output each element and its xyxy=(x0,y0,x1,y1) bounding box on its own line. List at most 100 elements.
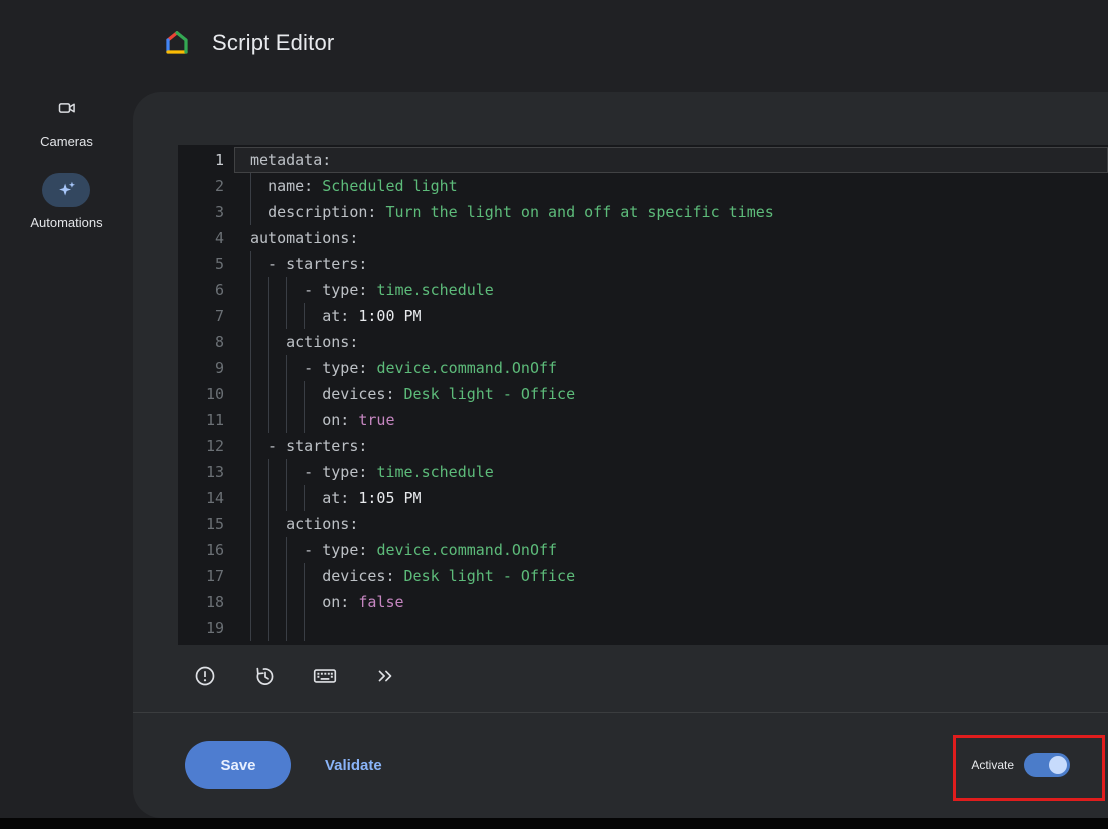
indent-guide xyxy=(286,355,287,381)
code-line-text: - type: device.command.OnOff xyxy=(234,537,1108,563)
code-line[interactable]: 3 description: Turn the light on and off… xyxy=(178,199,1108,225)
code-line-text: devices: Desk light - Office xyxy=(234,563,1108,589)
line-number: 2 xyxy=(178,173,234,199)
indent-guide xyxy=(304,615,305,641)
indent-guide xyxy=(268,537,269,563)
code-line[interactable]: 1metadata: xyxy=(178,147,1108,173)
sidebar-item-automations[interactable]: Automations xyxy=(30,173,102,230)
indent-guide xyxy=(268,355,269,381)
indent-guide xyxy=(268,485,269,511)
code-line[interactable]: 19 xyxy=(178,615,1108,641)
code-line[interactable]: 14 at: 1:05 PM xyxy=(178,485,1108,511)
indent-guide xyxy=(286,589,287,615)
code-line-text: automations: xyxy=(234,225,1108,251)
sidebar-item-label: Cameras xyxy=(40,134,93,149)
problems-icon[interactable] xyxy=(191,662,219,690)
indent-guide xyxy=(250,173,251,199)
code-line[interactable]: 13 - type: time.schedule xyxy=(178,459,1108,485)
code-line-text xyxy=(234,615,1108,641)
code-line-text: at: 1:05 PM xyxy=(234,485,1108,511)
code-line-text: - type: device.command.OnOff xyxy=(234,355,1108,381)
code-line[interactable]: 17 devices: Desk light - Office xyxy=(178,563,1108,589)
editor-toolbar xyxy=(191,654,399,698)
more-icon[interactable] xyxy=(371,662,399,690)
indent-guide xyxy=(250,277,251,303)
validate-button[interactable]: Validate xyxy=(319,756,388,775)
line-number: 14 xyxy=(178,485,234,511)
sidebar-item-label: Automations xyxy=(30,215,102,230)
bottom-strip xyxy=(0,818,1108,829)
indent-guide xyxy=(304,589,305,615)
indent-guide xyxy=(304,407,305,433)
indent-guide xyxy=(250,433,251,459)
indent-guide xyxy=(250,537,251,563)
line-number: 3 xyxy=(178,199,234,225)
code-line[interactable]: 8 actions: xyxy=(178,329,1108,355)
code-line[interactable]: 5 - starters: xyxy=(178,251,1108,277)
code-line[interactable]: 11 on: true xyxy=(178,407,1108,433)
line-number: 8 xyxy=(178,329,234,355)
indent-guide xyxy=(250,329,251,355)
code-line[interactable]: 10 devices: Desk light - Office xyxy=(178,381,1108,407)
indent-guide xyxy=(304,303,305,329)
indent-guide xyxy=(268,277,269,303)
code-line[interactable]: 12 - starters: xyxy=(178,433,1108,459)
code-line[interactable]: 16 - type: device.command.OnOff xyxy=(178,537,1108,563)
indent-guide xyxy=(286,303,287,329)
indent-guide xyxy=(286,277,287,303)
code-line-text: - starters: xyxy=(234,433,1108,459)
indent-guide xyxy=(250,615,251,641)
code-line-text: devices: Desk light - Office xyxy=(234,381,1108,407)
indent-guide xyxy=(286,485,287,511)
code-editor[interactable]: 1metadata:2 name: Scheduled light3 descr… xyxy=(178,145,1108,645)
indent-guide xyxy=(250,459,251,485)
indent-guide xyxy=(286,407,287,433)
activate-group: Activate xyxy=(971,753,1070,777)
line-number: 10 xyxy=(178,381,234,407)
indent-guide xyxy=(286,459,287,485)
code-line[interactable]: 2 name: Scheduled light xyxy=(178,173,1108,199)
line-number: 15 xyxy=(178,511,234,537)
line-number: 13 xyxy=(178,459,234,485)
indent-guide xyxy=(268,589,269,615)
indent-guide xyxy=(250,199,251,225)
code-line-text: actions: xyxy=(234,511,1108,537)
indent-guide xyxy=(304,381,305,407)
sidebar-item-cameras[interactable]: Cameras xyxy=(40,90,93,149)
code-line[interactable]: 6 - type: time.schedule xyxy=(178,277,1108,303)
header: Script Editor xyxy=(0,0,1108,86)
save-button[interactable]: Save xyxy=(185,741,291,789)
code-line-text: at: 1:00 PM xyxy=(234,303,1108,329)
active-pill xyxy=(42,173,90,207)
line-number: 12 xyxy=(178,433,234,459)
sidebar: Cameras Automations xyxy=(0,90,133,254)
line-number: 6 xyxy=(178,277,234,303)
code-line-text: metadata: xyxy=(234,147,1108,173)
activate-toggle[interactable] xyxy=(1024,753,1070,777)
line-number: 7 xyxy=(178,303,234,329)
indent-guide xyxy=(286,381,287,407)
indent-guide xyxy=(250,355,251,381)
indent-guide xyxy=(268,511,269,537)
line-number: 17 xyxy=(178,563,234,589)
indent-guide xyxy=(250,303,251,329)
code-line[interactable]: 9 - type: device.command.OnOff xyxy=(178,355,1108,381)
line-number: 19 xyxy=(178,615,234,641)
code-line[interactable]: 18 on: false xyxy=(178,589,1108,615)
keyboard-icon[interactable] xyxy=(311,662,339,690)
indent-guide xyxy=(268,381,269,407)
indent-guide xyxy=(304,485,305,511)
history-icon[interactable] xyxy=(251,662,279,690)
indent-guide xyxy=(250,511,251,537)
code-area: 1metadata:2 name: Scheduled light3 descr… xyxy=(178,147,1108,641)
line-number: 16 xyxy=(178,537,234,563)
sparkle-icon xyxy=(55,179,77,201)
code-line[interactable]: 4automations: xyxy=(178,225,1108,251)
indent-guide xyxy=(268,459,269,485)
code-line[interactable]: 15 actions: xyxy=(178,511,1108,537)
indent-guide xyxy=(268,329,269,355)
indent-guide xyxy=(250,251,251,277)
code-line[interactable]: 7 at: 1:00 PM xyxy=(178,303,1108,329)
indent-guide xyxy=(268,615,269,641)
editor-panel: 1metadata:2 name: Scheduled light3 descr… xyxy=(133,92,1108,818)
